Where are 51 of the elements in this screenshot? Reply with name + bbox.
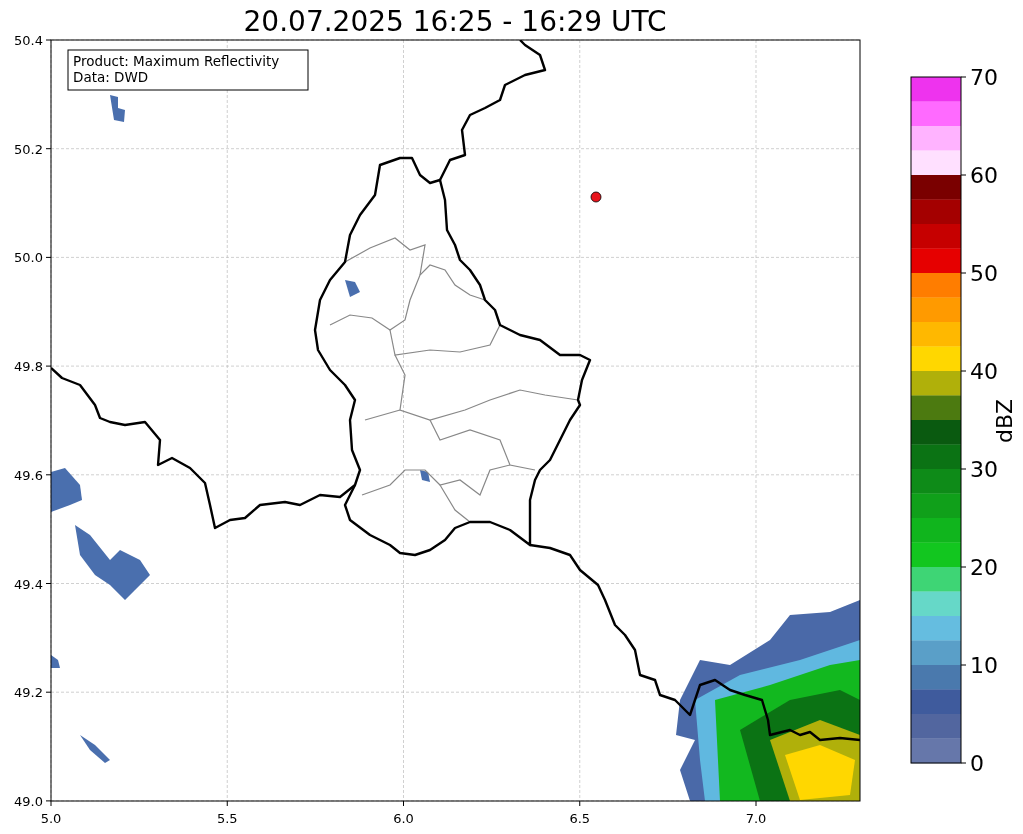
colorbar-tick-label: 70 — [970, 65, 998, 90]
location-marker — [590, 191, 602, 203]
axis-tick-label: 7.0 — [745, 811, 767, 826]
colorbar-tick-label: 10 — [970, 653, 998, 678]
tick-mark — [45, 39, 52, 41]
legend-text: Product: Maximum Reflectivity — [73, 53, 280, 69]
colorbar-tick-label: 30 — [970, 457, 998, 482]
tick-mark — [579, 800, 581, 807]
colorbar-tick-label: 50 — [970, 261, 998, 286]
colorbar-tick-label: 0 — [970, 751, 984, 776]
axis-tick-label: 49.0 — [14, 793, 43, 809]
axis-tick-label: 50.0 — [14, 250, 43, 266]
tick-mark — [45, 474, 52, 476]
tick-mark — [960, 664, 967, 666]
colorbar-tick-label: 20 — [970, 555, 998, 580]
axis-tick-label: 49.4 — [14, 576, 43, 592]
tick-mark — [960, 566, 967, 568]
tick-mark — [960, 762, 967, 764]
axis-tick-label: 6.5 — [569, 811, 591, 826]
tick-mark — [45, 583, 52, 584]
tick-mark — [960, 272, 967, 274]
axis-tick-label: 5.5 — [216, 811, 238, 826]
axis-tick-label: 49.6 — [14, 467, 43, 483]
tick-mark — [45, 148, 52, 150]
chart-title: 20.07.2025 16:25 - 16:29 UTC — [243, 5, 667, 38]
tick-mark — [960, 468, 967, 470]
radar-echo — [420, 470, 430, 482]
radar-echo — [345, 280, 360, 297]
tick-mark — [960, 76, 967, 78]
axis-tick-label: 50.2 — [14, 141, 43, 157]
tick-mark — [45, 365, 52, 367]
axis-tick-label: 49.8 — [14, 359, 43, 375]
axis-tick-label: 49.2 — [14, 685, 43, 701]
radar-echo — [80, 735, 110, 763]
axis-tick-label: 6.0 — [393, 811, 414, 826]
tick-mark — [960, 174, 967, 176]
tick-mark — [45, 256, 52, 258]
legend-text: Data: DWD — [73, 69, 149, 85]
colorbar-tick-label: 40 — [970, 359, 998, 384]
radar-echo — [51, 468, 82, 512]
radar-echo — [51, 655, 60, 668]
tick-mark — [960, 370, 967, 372]
tick-mark — [226, 800, 228, 807]
axis-tick-label: 50.4 — [14, 33, 43, 48]
tick-mark — [755, 800, 757, 807]
axis-tick-label: 5.0 — [40, 811, 62, 826]
tick-mark — [403, 800, 404, 807]
colorbar-label: dBZ — [992, 398, 1017, 444]
tick-mark — [45, 691, 52, 693]
radar-echo — [110, 95, 125, 122]
colorbar-tick-label: 60 — [970, 163, 998, 188]
